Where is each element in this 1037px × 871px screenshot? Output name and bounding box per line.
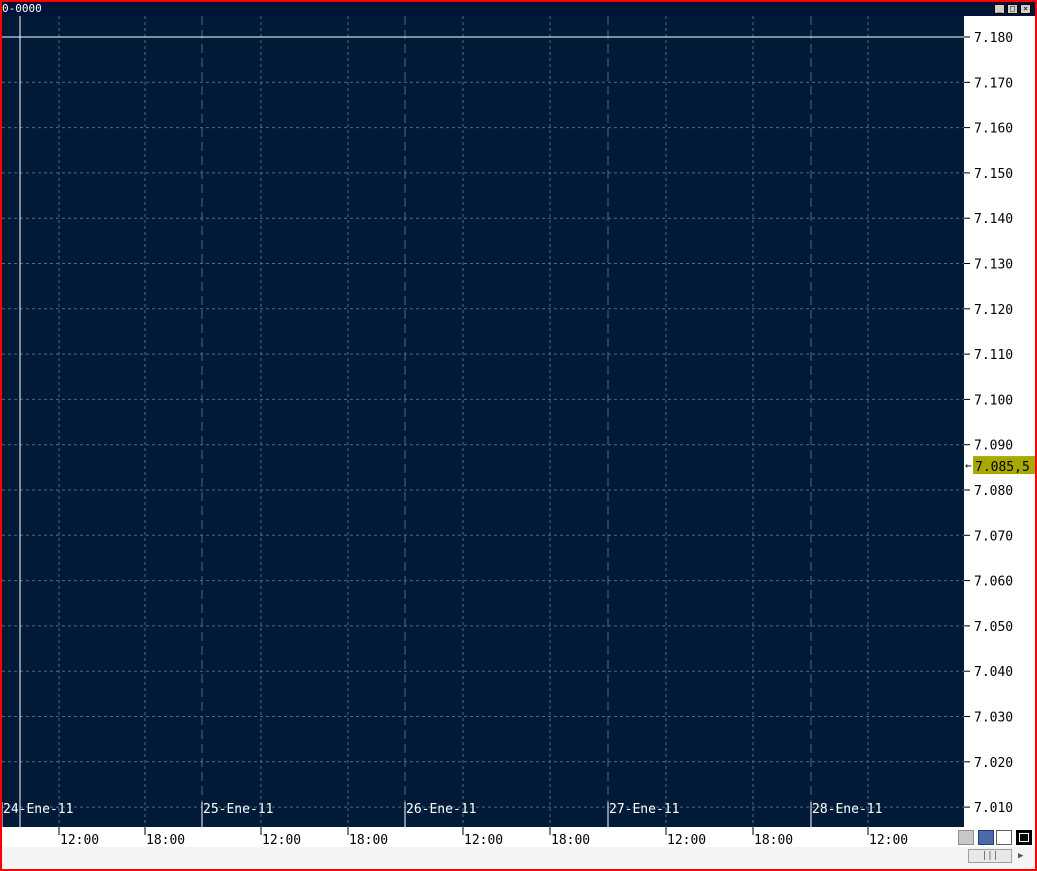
- status-bar: [2, 847, 1035, 869]
- price-tick-label: 7.090: [974, 439, 1013, 454]
- price-tick-label: 7.170: [974, 76, 1013, 91]
- price-tick-label: 7.020: [974, 756, 1013, 771]
- price-tick-label: 7.100: [974, 393, 1013, 408]
- time-axis[interactable]: 12:00 18:00 12:00 18:00 12:00 18:00 12:00 18:00…: [2, 827, 964, 848]
- price-tick-label: 7.030: [974, 711, 1013, 726]
- pin-icon[interactable]: [996, 830, 1012, 845]
- date-label: 24-Ene-11: [3, 802, 73, 817]
- minimize-button[interactable]: _: [994, 4, 1005, 14]
- current-price-arrow: ←: [965, 459, 972, 472]
- time-label: 18:00: [146, 833, 185, 847]
- chart-plot-area[interactable]: 24-Ene-11 25-Ene-11 26-Ene-11 27-Ene-11 28-E…: [1, 16, 964, 827]
- price-tick-label: 7.140: [974, 212, 1013, 227]
- time-label: 12:00: [60, 833, 99, 847]
- window-titlebar[interactable]: 0-0000 _ □ ×: [2, 2, 1035, 16]
- price-tick-label: 7.040: [974, 665, 1013, 680]
- time-label: 18:00: [754, 833, 793, 847]
- maximize-icon: □: [1010, 4, 1015, 13]
- color-square-icon[interactable]: [1016, 830, 1032, 845]
- scroll-right-icon[interactable]: ▶: [1018, 849, 1028, 863]
- maximize-button[interactable]: □: [1007, 4, 1018, 14]
- price-axis-svg: 7.180 7.170 7.160 7.150 7.140 7.130 7.120 7.110…: [964, 31, 1035, 816]
- print-icon[interactable]: [958, 830, 974, 845]
- save-icon[interactable]: [978, 830, 994, 845]
- time-label: 18:00: [551, 833, 590, 847]
- time-label: 12:00: [262, 833, 301, 847]
- minimize-icon: _: [997, 4, 1002, 13]
- price-tick-label: 7.050: [974, 620, 1013, 635]
- close-icon: ×: [1023, 4, 1028, 13]
- price-tick-label: 7.160: [974, 122, 1013, 137]
- price-tick-label: 7.080: [974, 484, 1013, 499]
- date-label: 27-Ene-11: [609, 802, 679, 817]
- window-title: 0-0000: [2, 2, 42, 15]
- price-tick-label: 7.110: [974, 348, 1013, 363]
- date-label: 25-Ene-11: [203, 802, 273, 817]
- time-label: 12:00: [869, 833, 908, 847]
- price-tick-label: 7.010: [974, 801, 1013, 816]
- time-label: 18:00: [349, 833, 388, 847]
- chart-toolbox: [954, 827, 1035, 847]
- price-tick-label: 7.130: [974, 258, 1013, 273]
- date-label: 28-Ene-11: [812, 802, 882, 817]
- price-axis[interactable]: 7.180 7.170 7.160 7.150 7.140 7.130 7.120 7.110…: [964, 16, 1035, 827]
- date-label: 26-Ene-11: [406, 802, 476, 817]
- current-price-label: 7.085,5: [975, 460, 1030, 475]
- price-tick-label: 7.120: [974, 303, 1013, 318]
- time-label: 12:00: [464, 833, 503, 847]
- price-tick-label: 7.070: [974, 529, 1013, 544]
- scrollbar-thumb[interactable]: |||: [968, 849, 1012, 863]
- price-tick-label: 7.180: [974, 31, 1013, 46]
- price-tick-label: 7.060: [974, 575, 1013, 590]
- time-label: 12:00: [667, 833, 706, 847]
- price-tick-label: 7.150: [974, 167, 1013, 182]
- chart-plot-svg[interactable]: 24-Ene-11 25-Ene-11 26-Ene-11 27-Ene-11 28-E…: [1, 16, 964, 827]
- time-axis-svg: 12:00 18:00 12:00 18:00 12:00 18:00 12:00 18:00…: [58, 827, 908, 848]
- close-button[interactable]: ×: [1020, 4, 1031, 14]
